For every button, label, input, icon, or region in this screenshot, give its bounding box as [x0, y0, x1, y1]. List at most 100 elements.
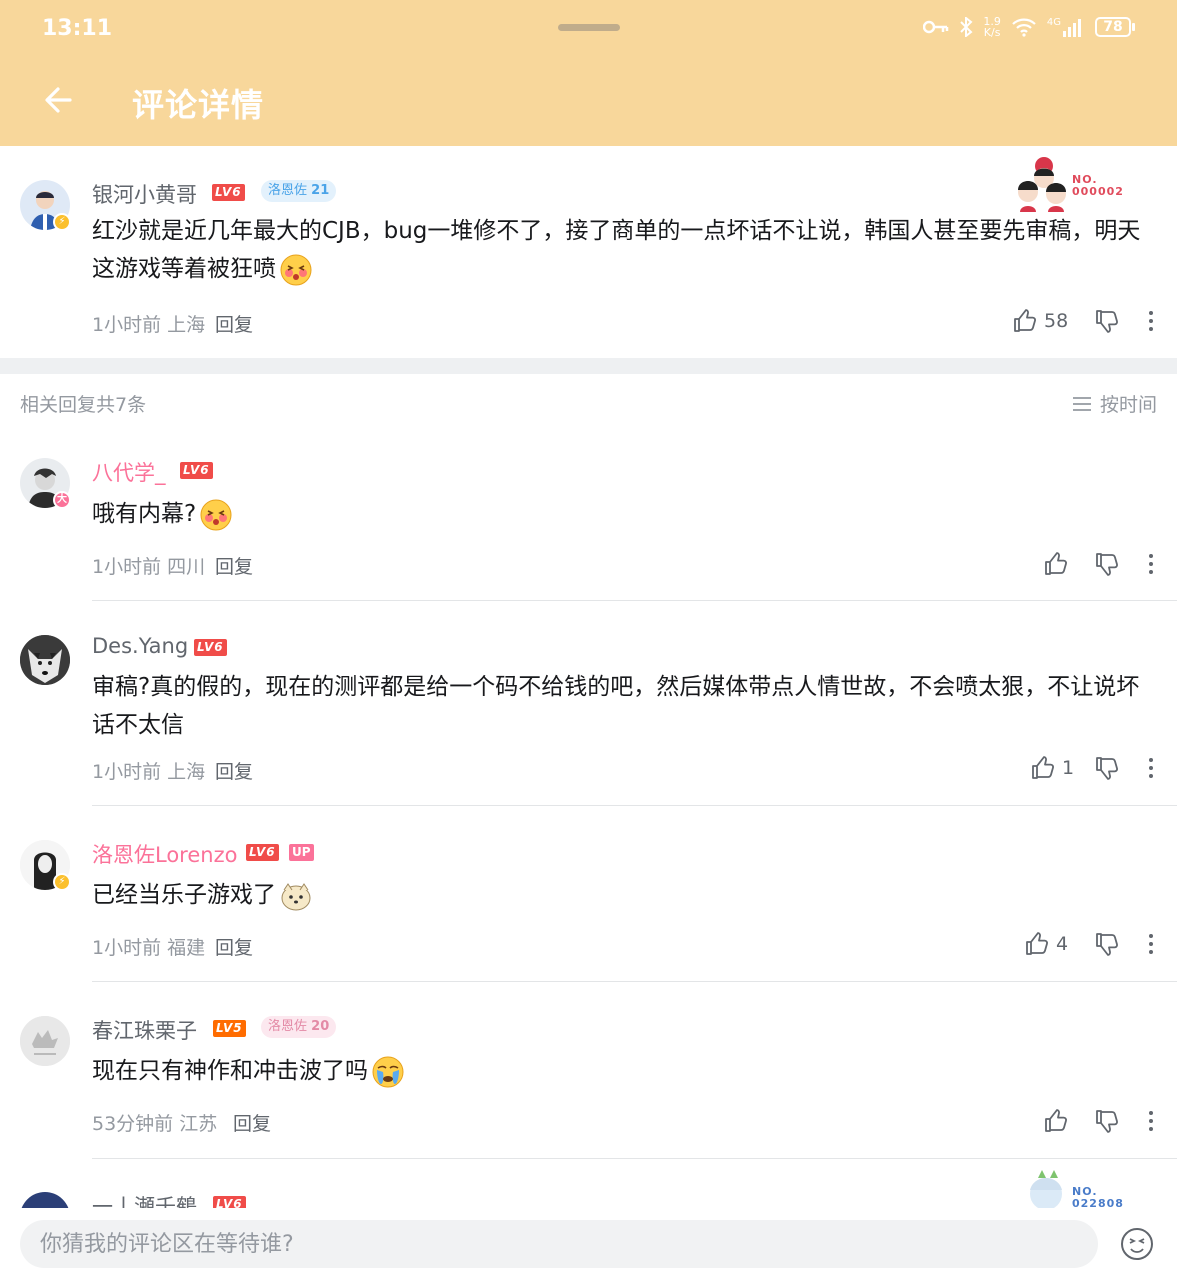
thumbs-down-icon [1096, 1110, 1118, 1133]
avatar[interactable] [20, 635, 70, 685]
username[interactable]: 八代学_ [92, 457, 166, 487]
fan-medal[interactable]: 洛恩佐 20 [261, 1016, 337, 1038]
page-title: 评论详情 [132, 86, 265, 124]
comment-meta: 1小时前 上海 [92, 761, 206, 783]
key-icon [923, 19, 949, 35]
dislike-button[interactable] [1094, 308, 1120, 334]
comment-input-box[interactable] [20, 1220, 1098, 1268]
like-count: 4 [1056, 933, 1069, 955]
like-button[interactable]: 4 [1024, 931, 1068, 957]
more-button[interactable] [1143, 1108, 1159, 1134]
more-button[interactable] [1143, 755, 1159, 781]
sort-button[interactable]: 按时间 [1072, 390, 1157, 417]
comment-text: 红沙就是近几年最大的CJB，bug一堆修不了，接了商单的一点坏话不让说，韩国人甚… [92, 212, 1152, 288]
level-badge: LV6 [212, 184, 245, 201]
emoji-dog-icon [281, 882, 311, 910]
net-speed: 1.9 K/s [983, 15, 1001, 39]
level-badge: LV5 [213, 1020, 246, 1037]
section-divider [0, 358, 1177, 374]
emoji-button[interactable] [1120, 1227, 1154, 1261]
reply-count: 相关回复共7条 [20, 394, 147, 416]
more-vertical-icon [1149, 311, 1153, 331]
emoji-blush-icon [200, 499, 232, 530]
more-button[interactable] [1143, 308, 1159, 334]
comment-text: 已经当乐子游戏了 [92, 876, 312, 914]
decoration-card[interactable]: NO. 000002 [1012, 154, 1123, 216]
thumbs-down-icon [1096, 553, 1118, 576]
reply-button[interactable]: 回复 [215, 757, 253, 784]
comment-text: 现在只有神作和冲击波了吗 [92, 1052, 404, 1090]
like-button[interactable] [1043, 1108, 1069, 1134]
big-member-badge-icon: 大 [53, 491, 71, 509]
username[interactable]: Des.Yang [92, 634, 188, 658]
like-button[interactable]: 1 [1030, 755, 1074, 781]
thumbs-down-icon [1096, 757, 1118, 780]
reply-button[interactable]: 回复 [215, 310, 253, 337]
more-vertical-icon [1149, 554, 1153, 574]
fan-medal[interactable]: 洛恩佐 21 [261, 180, 337, 202]
comment-text: 审稿?真的假的，现在的测评都是给一个码不给钱的吧，然后媒体带点人情世故，不会喷太… [92, 674, 1140, 738]
thumbs-up-icon [1032, 756, 1054, 779]
reply-button[interactable]: 回复 [233, 1109, 271, 1136]
comment-input[interactable] [20, 1220, 1098, 1268]
more-button[interactable] [1143, 551, 1159, 577]
level-badge: LV6 [246, 844, 279, 861]
username[interactable]: 银河小黄哥 [92, 179, 197, 209]
thumbs-up-icon [1045, 552, 1067, 575]
dislike-button[interactable] [1094, 1108, 1120, 1134]
divider [92, 981, 1177, 982]
thumbs-up-icon [1014, 309, 1036, 332]
divider [92, 805, 1177, 806]
back-button[interactable] [40, 80, 80, 120]
more-vertical-icon [1149, 1111, 1153, 1131]
reply-button[interactable]: 回复 [215, 933, 253, 960]
comment-meta: 53分钟前 江苏 [92, 1113, 218, 1135]
level-badge: LV6 [194, 639, 227, 656]
like-count: 1 [1062, 757, 1075, 779]
top-bar: 13:11 1.9 K/s 4G 78 评论详情 [0, 0, 1177, 146]
thumbs-up-icon [1026, 932, 1048, 955]
like-button[interactable]: 58 [1012, 308, 1068, 334]
sort-list-icon [1072, 396, 1091, 411]
reply-button[interactable]: 回复 [215, 552, 253, 579]
wifi-icon [1011, 17, 1037, 37]
thumbs-down-icon [1096, 933, 1118, 956]
thumbs-down-icon [1096, 310, 1118, 333]
emoji-crying-icon [372, 1056, 404, 1087]
comment-meta: 1小时前 上海 [92, 314, 206, 336]
decoration-number: NO. 000002 [1072, 173, 1124, 198]
up-tag: UP [289, 844, 314, 861]
decoration-number: NO. 022808 [1072, 1185, 1124, 1210]
more-button[interactable] [1143, 931, 1159, 957]
sort-label: 按时间 [1099, 394, 1157, 416]
emoji-picker-icon [1121, 1228, 1153, 1260]
back-arrow-icon [45, 87, 72, 113]
comment-input-bar [0, 1208, 1177, 1280]
status-icons: 1.9 K/s 4G 78 [923, 16, 1135, 38]
dislike-button[interactable] [1094, 755, 1120, 781]
dislike-button[interactable] [1094, 551, 1120, 577]
more-vertical-icon [1149, 934, 1153, 954]
comment-meta: 1小时前 四川 [92, 556, 206, 578]
decoration-characters-icon [1018, 157, 1066, 212]
thumbs-up-icon [1045, 1109, 1067, 1132]
verified-badge-icon: ⚡ [53, 873, 71, 891]
like-button[interactable] [1043, 551, 1069, 577]
dislike-button[interactable] [1094, 931, 1120, 957]
username[interactable]: 洛恩佐Lorenzo [92, 839, 237, 869]
username[interactable]: 春江珠栗子 [92, 1015, 197, 1045]
avatar[interactable] [20, 1016, 70, 1066]
drag-handle[interactable] [558, 24, 620, 31]
divider [92, 1158, 1177, 1159]
more-vertical-icon [1149, 758, 1153, 778]
verified-badge-icon: ⚡ [53, 213, 71, 231]
divider [92, 600, 1177, 601]
comment-text: 哦有内幕? [92, 495, 232, 533]
main-comment: ⚡ 银河小黄哥 LV6 洛恩佐 21 NO. 000002 红沙就是近几年最大的… [0, 146, 1177, 358]
comment-meta: 1小时前 福建 [92, 937, 206, 959]
decoration-character-icon [1030, 1170, 1062, 1210]
like-count: 58 [1044, 310, 1069, 332]
bluetooth-icon [959, 17, 973, 37]
signal-icon: 4G [1047, 17, 1085, 37]
battery-icon: 78 [1095, 17, 1135, 37]
